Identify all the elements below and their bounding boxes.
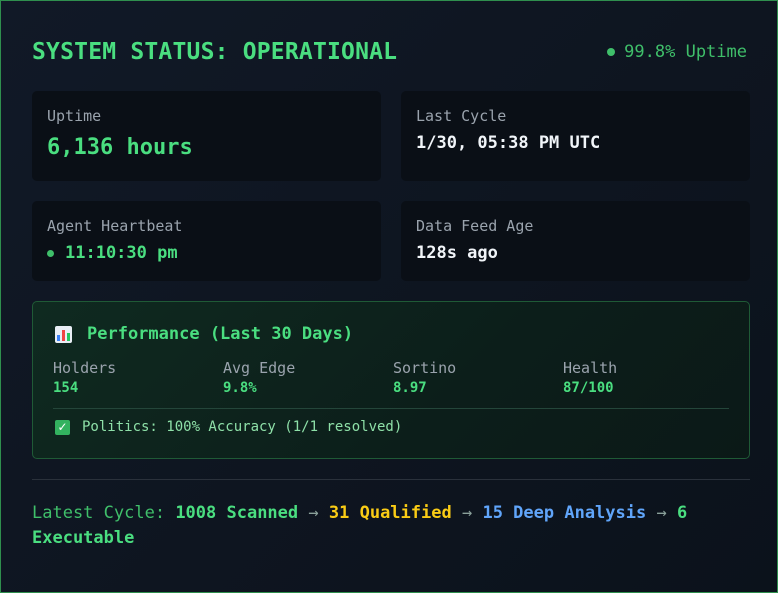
heartbeat-time: 11:10:30 pm	[65, 243, 178, 263]
cycle-scanned: 1008 Scanned	[175, 503, 299, 523]
cycle-qualified: 31 Qualified	[328, 503, 452, 523]
stat-sortino: Sortino 8.97	[393, 359, 563, 396]
system-status-panel: SYSTEM STATUS: OPERATIONAL 99.8% Uptime …	[0, 0, 778, 593]
stat-label: Sortino	[393, 359, 457, 377]
stat-holders: Holders 154	[53, 359, 223, 396]
politics-accuracy-note: ✓ Politics: 100% Accuracy (1/1 resolved)	[55, 419, 402, 435]
status-dot-icon	[607, 48, 616, 56]
arrow-icon: →	[656, 503, 667, 523]
cycle-deep-analysis: 15 Deep Analysis	[482, 503, 647, 523]
performance-title-text: Performance (Last 30 Days)	[87, 324, 354, 344]
page-title: SYSTEM STATUS: OPERATIONAL	[32, 39, 398, 65]
section-divider	[32, 479, 750, 480]
politics-accuracy-text: Politics: 100% Accuracy (1/1 resolved)	[82, 419, 403, 435]
stat-avg-edge: Avg Edge 9.8%	[223, 359, 393, 396]
performance-stats: Holders 154 Avg Edge 9.8% Sortino 8.97 H…	[53, 359, 733, 396]
heartbeat-card: Agent Heartbeat 11:10:30 pm	[32, 201, 381, 281]
cycle-prefix: Latest Cycle:	[32, 503, 166, 523]
last-cycle-value: 1/30, 05:38 PM UTC	[416, 133, 601, 153]
stat-value: 8.97	[393, 380, 427, 396]
data-feed-value: 128s ago	[416, 243, 498, 263]
performance-panel: Performance (Last 30 Days) Holders 154 A…	[32, 301, 750, 459]
last-cycle-label: Last Cycle	[416, 107, 507, 125]
stat-label: Health	[563, 359, 618, 377]
data-feed-card: Data Feed Age 128s ago	[401, 201, 750, 281]
stat-value: 154	[53, 380, 79, 396]
arrow-icon: →	[308, 503, 319, 523]
heartbeat-label: Agent Heartbeat	[47, 217, 183, 235]
stat-health: Health 87/100	[563, 359, 733, 396]
status-header: SYSTEM STATUS: OPERATIONAL 99.8% Uptime	[32, 39, 747, 65]
uptime-card: Uptime 6,136 hours	[32, 91, 381, 181]
performance-title: Performance (Last 30 Days)	[55, 324, 353, 344]
last-cycle-card: Last Cycle 1/30, 05:38 PM UTC	[401, 91, 750, 181]
performance-divider	[53, 408, 729, 409]
latest-cycle-summary: Latest Cycle: 1008 Scanned → 31 Qualifie…	[32, 501, 732, 551]
uptime-value: 6,136 hours	[47, 135, 193, 160]
heartbeat-value: 11:10:30 pm	[47, 243, 366, 263]
heartbeat-dot-icon	[47, 249, 54, 257]
uptime-badge-text: 99.8% Uptime	[624, 42, 747, 62]
bar-chart-icon	[55, 325, 72, 343]
stat-value: 87/100	[563, 380, 614, 396]
stat-label: Holders	[53, 359, 117, 377]
uptime-label: Uptime	[47, 107, 102, 125]
check-icon: ✓	[55, 419, 70, 435]
stat-value: 9.8%	[223, 380, 257, 396]
arrow-icon: →	[461, 503, 473, 523]
uptime-badge: 99.8% Uptime	[607, 42, 747, 62]
data-feed-label: Data Feed Age	[416, 217, 534, 235]
stat-label: Avg Edge	[223, 359, 296, 377]
